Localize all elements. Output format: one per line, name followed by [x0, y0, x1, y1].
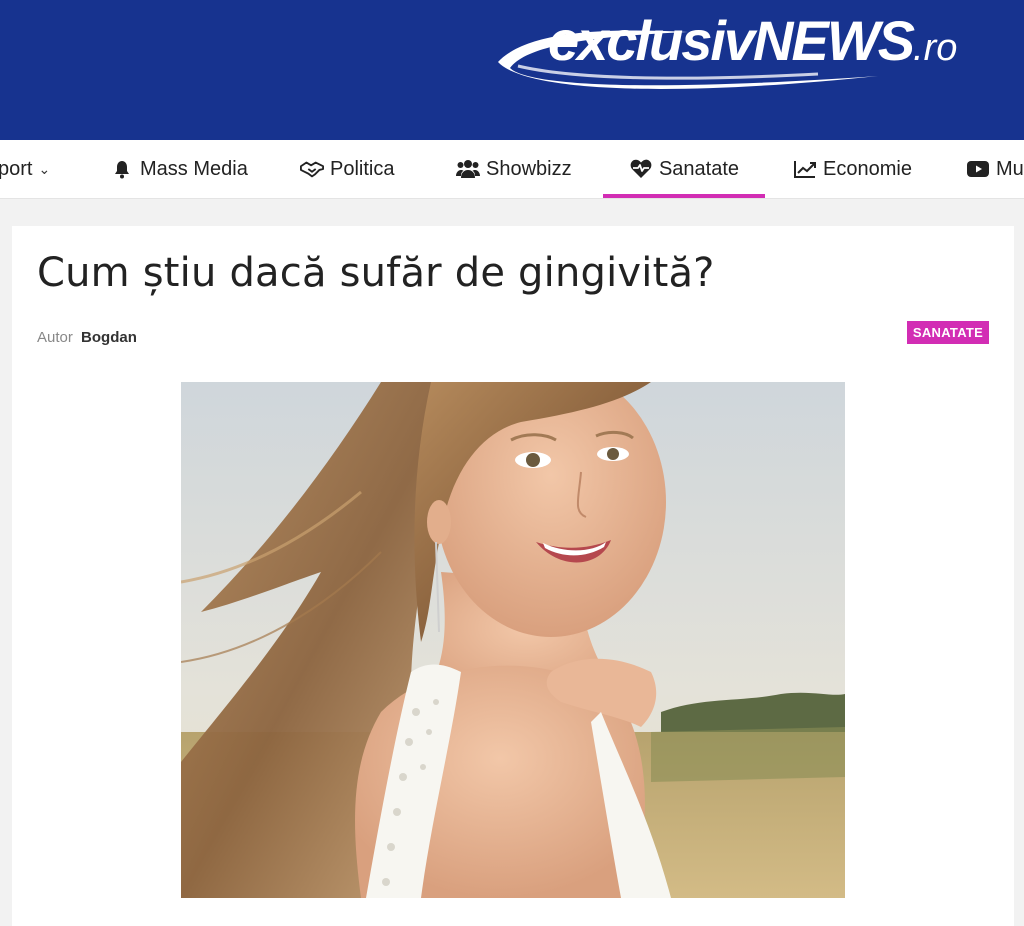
youtube-icon [966, 158, 990, 180]
nav-item-muzica[interactable]: Mu [966, 140, 1024, 198]
article-title: Cum știu dacă sufăr de gingivită? [37, 250, 715, 296]
nav-item-sanatate[interactable]: Sanatate [603, 140, 765, 198]
chart-line-icon [793, 158, 817, 180]
bell-icon [110, 158, 134, 180]
nav-item-label: Mass Media [140, 157, 248, 180]
nav-item-label: Mu [996, 157, 1024, 180]
author-prefix: Autor [37, 329, 73, 346]
site-header: exclusivNEWS.ro [0, 0, 1024, 140]
byline: Autor Bogdan [37, 329, 137, 346]
heartbeat-icon [629, 158, 653, 180]
nav-item-label: Politica [330, 157, 395, 180]
nav-item-politica[interactable]: Politica [300, 140, 394, 198]
nav-item-sport[interactable]: port ⌄ [0, 140, 50, 198]
nav-item-mass-media[interactable]: Mass Media [110, 140, 248, 198]
woman-smiling-photo [181, 382, 845, 898]
nav-item-label: Economie [823, 157, 912, 180]
users-icon [456, 158, 480, 180]
nav-item-label: Showbizz [486, 157, 572, 180]
article-image [181, 382, 845, 898]
nav-item-label: Sanatate [658, 157, 740, 180]
nav-item-economie[interactable]: Economie [793, 140, 912, 198]
nav-item-showbizz[interactable]: Showbizz [456, 140, 572, 198]
handshake-icon [300, 158, 324, 180]
author-link[interactable]: Bogdan [81, 329, 137, 346]
chevron-down-icon: ⌄ [38, 160, 51, 177]
nav-item-label: port [0, 157, 33, 180]
category-badge[interactable]: SANATATE [907, 321, 989, 344]
logo-wordmark: exclusivNEWS.ro [548, 9, 958, 72]
main-nav: port ⌄ Mass Media Politica Showbizz Sana… [0, 140, 1024, 199]
